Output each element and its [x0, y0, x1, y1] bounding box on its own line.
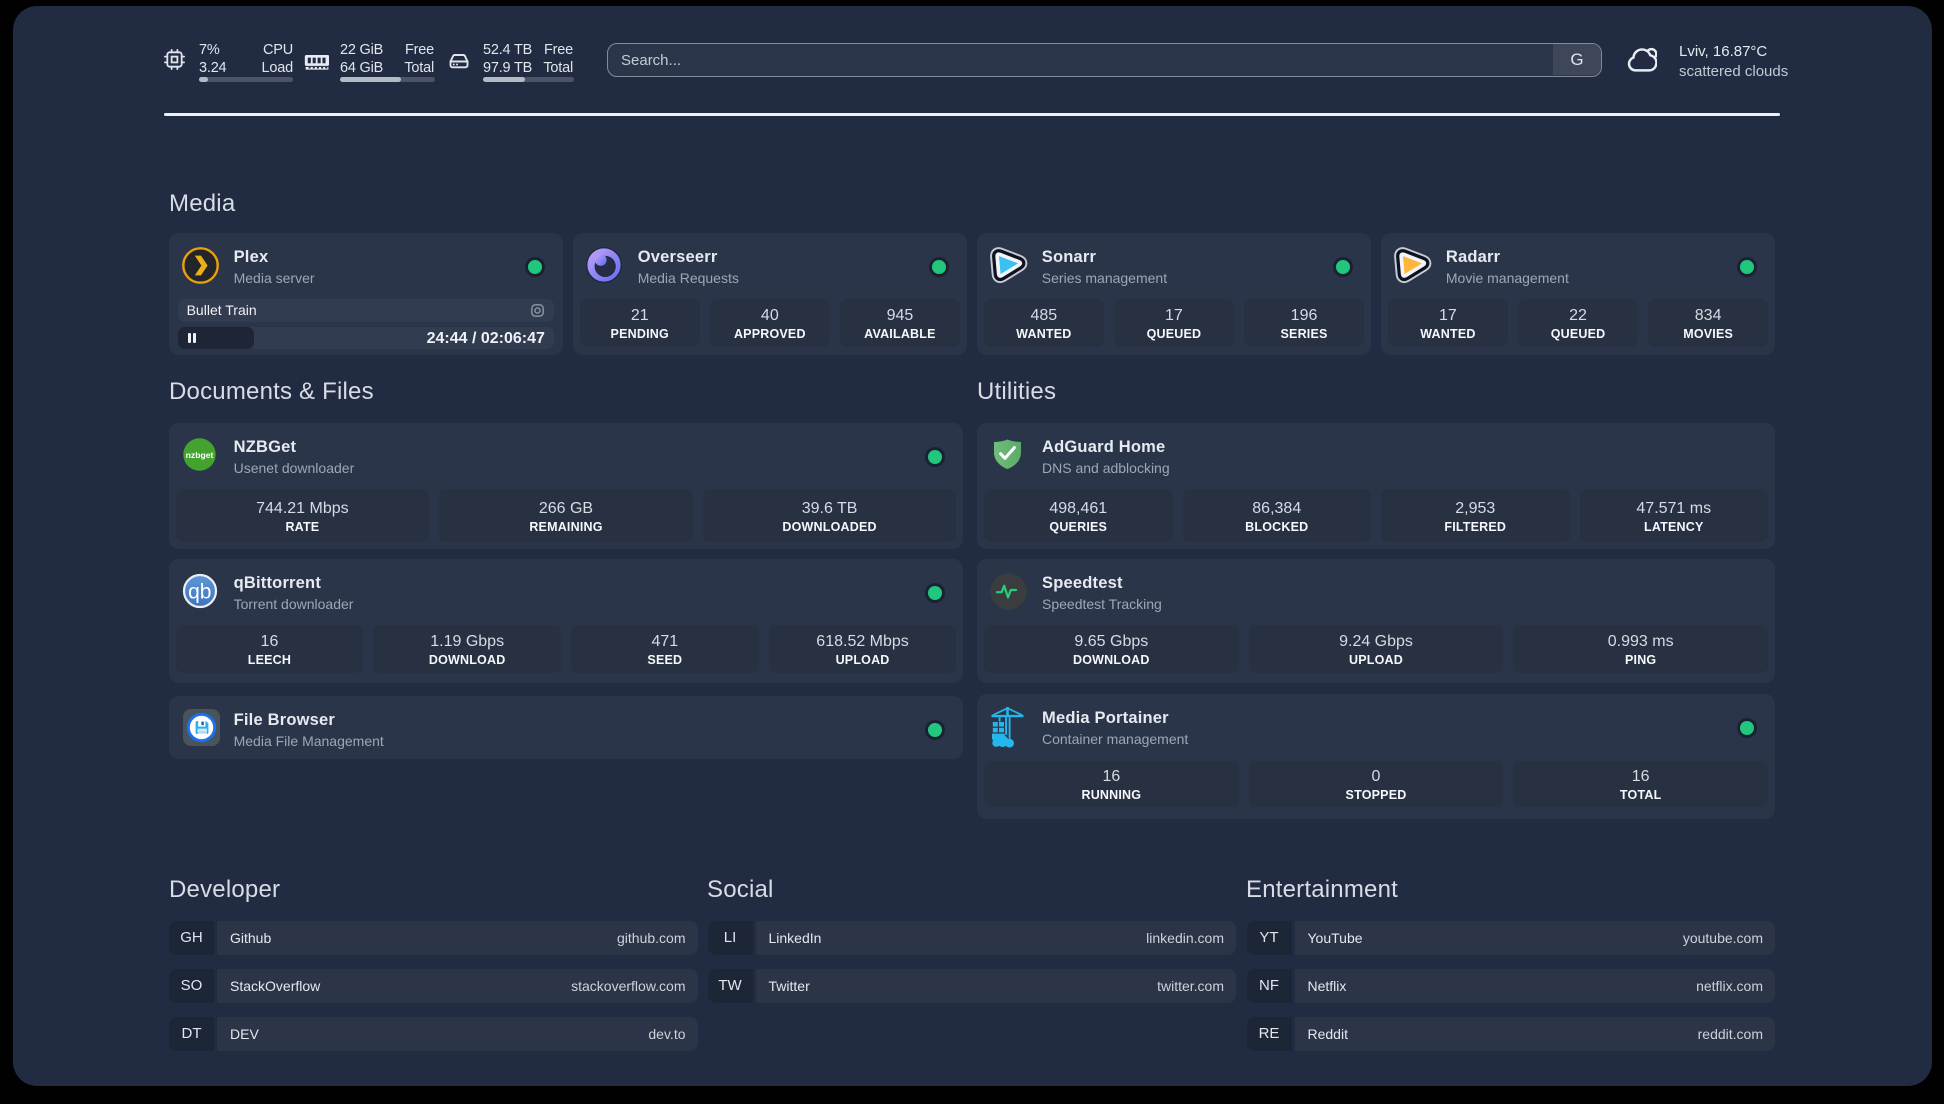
- svg-text:nzbget: nzbget: [185, 450, 213, 460]
- svg-text:qb: qb: [188, 580, 211, 603]
